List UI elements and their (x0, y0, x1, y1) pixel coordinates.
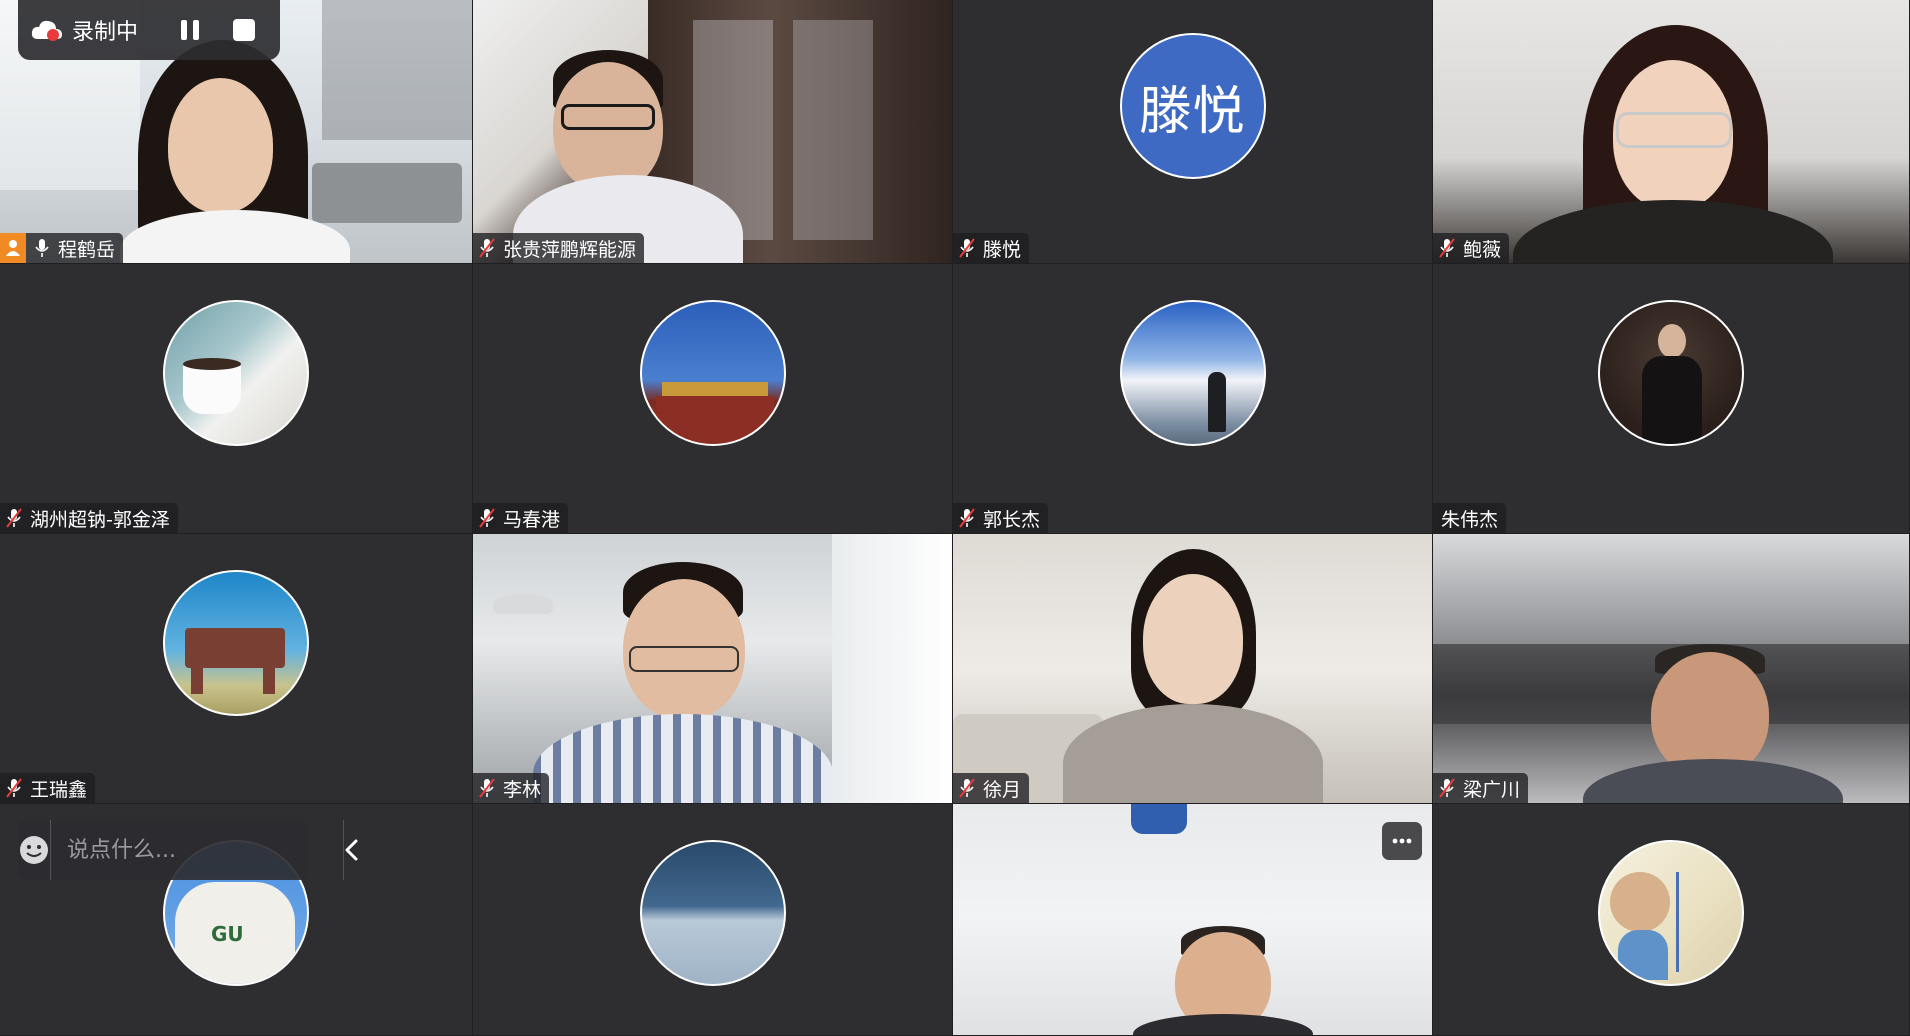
participant-tile-3[interactable]: 滕悦 滕悦 (953, 0, 1433, 264)
participant-name: 滕悦 (983, 238, 1022, 261)
gate-tower-photo-icon (639, 300, 786, 446)
video-feed (953, 804, 1432, 1035)
participant-nametag: 王瑞鑫 (0, 773, 96, 803)
participant-nametag: 梁广川 (1433, 773, 1529, 803)
participant-tile-12[interactable]: 梁广川 (1433, 534, 1910, 804)
more-options-button[interactable] (1382, 822, 1422, 860)
participant-tile-8[interactable]: 朱伟杰 (1433, 264, 1910, 534)
participant-tile-16[interactable] (1433, 804, 1910, 1036)
clothes-cow-photo-icon (163, 570, 309, 716)
stop-recording-button[interactable] (224, 10, 264, 50)
participant-nametag: 湖州超钠-郭金泽 (0, 503, 178, 533)
recording-bar: 录制中 (18, 0, 280, 60)
host-icon (0, 233, 26, 263)
mic-muted-icon (479, 238, 497, 258)
pause-recording-button[interactable] (170, 10, 210, 50)
mic-muted-icon (6, 508, 24, 528)
participant-name: 张贵萍鹏辉能源 (503, 238, 637, 261)
participant-name: 朱伟杰 (1441, 508, 1499, 531)
video-feed (1433, 534, 1909, 803)
participant-name: 湖州超钠-郭金泽 (30, 508, 170, 531)
mic-muted-icon (479, 508, 497, 528)
video-feed (1433, 0, 1909, 263)
mic-muted-icon (1439, 238, 1457, 258)
mic-muted-icon (1439, 778, 1457, 798)
video-feed (473, 0, 952, 263)
participant-name: 程鹤岳 (58, 238, 116, 261)
cloud-recording-icon (31, 20, 62, 41)
ocean-photo-icon (639, 840, 786, 986)
birthday-card-photo-icon (1598, 840, 1744, 986)
participant-name: 梁广川 (1463, 778, 1521, 801)
participant-tile-4[interactable]: 鲍薇 (1433, 0, 1910, 264)
participant-name: 王瑞鑫 (30, 778, 88, 801)
pause-icon (181, 20, 200, 40)
participant-name: 郭长杰 (983, 508, 1041, 531)
participant-name: 马春港 (503, 508, 561, 531)
participant-tile-15[interactable] (953, 804, 1433, 1036)
suit-person-photo-icon (1598, 300, 1744, 446)
participant-nametag: 徐月 (953, 773, 1030, 803)
participant-tile-10[interactable]: 李林 (473, 534, 953, 804)
participant-nametag: 郭长杰 (953, 503, 1049, 533)
participant-nametag: 李林 (473, 773, 550, 803)
participant-tile-6[interactable]: 马春港 (473, 264, 953, 534)
collapse-chat-button[interactable] (343, 820, 358, 880)
mic-muted-icon (959, 508, 977, 528)
mic-muted-icon (959, 238, 977, 258)
chat-input[interactable] (51, 819, 343, 881)
chat-bar (18, 819, 358, 881)
stop-icon (233, 19, 256, 41)
mic-muted-icon (959, 778, 977, 798)
avatar: 滕悦 (1119, 33, 1266, 179)
emoji-button[interactable] (18, 820, 51, 880)
participant-nametag: 朱伟杰 (1433, 503, 1507, 533)
video-feed (473, 534, 952, 803)
participant-tile-11[interactable]: 徐月 (953, 534, 1433, 804)
chevron-left-icon (345, 839, 358, 861)
participant-tile-9[interactable]: 王瑞鑫 (0, 534, 473, 804)
participant-nametag: 张贵萍鹏辉能源 (473, 233, 645, 263)
participant-name: 鲍薇 (1463, 238, 1502, 261)
video-feed (953, 534, 1432, 803)
mic-muted-icon (479, 778, 497, 798)
smiley-icon (20, 836, 48, 864)
participant-name: 李林 (503, 778, 542, 801)
avatar-initials: 滕悦 (1139, 81, 1246, 142)
participant-tile-2[interactable]: 张贵萍鹏辉能源 (473, 0, 953, 264)
participant-nametag: 马春港 (473, 503, 569, 533)
sky-person-photo-icon (1119, 300, 1266, 446)
mic-muted-icon (6, 778, 24, 798)
participant-tile-5[interactable]: 湖州超钠-郭金泽 (0, 264, 473, 534)
participant-tile-7[interactable]: 郭长杰 (953, 264, 1433, 534)
participant-tile-14[interactable] (473, 804, 953, 1036)
mic-on-icon (34, 238, 52, 258)
recording-status-label: 录制中 (72, 20, 139, 45)
participant-nametag: 程鹤岳 (0, 233, 124, 263)
coffee-cup-photo-icon (163, 300, 309, 446)
more-dots-icon (1392, 838, 1412, 844)
participant-nametag: 滕悦 (953, 233, 1030, 263)
participant-nametag: 鲍薇 (1433, 233, 1510, 263)
participant-name: 徐月 (983, 778, 1022, 801)
